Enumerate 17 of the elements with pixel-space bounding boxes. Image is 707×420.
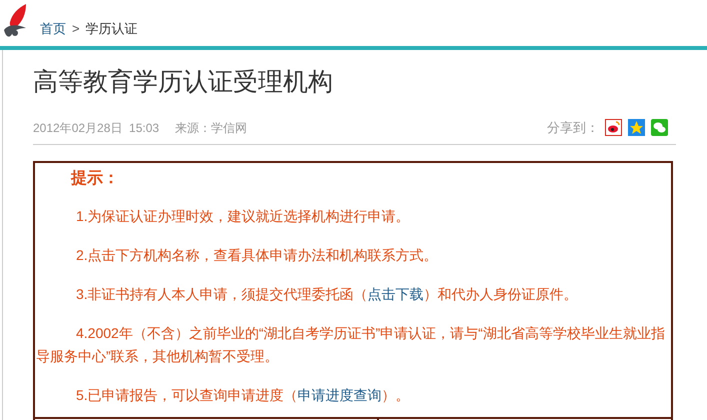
source-label: 来源：学信网: [175, 120, 248, 137]
breadcrumb-current: 学历认证: [86, 20, 138, 38]
share-label: 分享到：: [547, 119, 599, 137]
article-title: 高等教育学历认证受理机构: [33, 67, 334, 98]
notice-paragraph: 1.为保证认证办理时效，建议就近选择机构进行申请。: [75, 206, 411, 226]
notice-paragraph: 2.点击下方机构名称，查看具体申请办法和机构联系方式。: [75, 246, 439, 264]
breadcrumb-link[interactable]: 首页: [40, 18, 66, 38]
inline-link[interactable]: 申请进度查询: [298, 386, 382, 402]
chat-icon[interactable]: [651, 119, 668, 136]
star-icon[interactable]: [628, 119, 645, 136]
publish-date: 2012年02月28日 15:03: [33, 120, 160, 137]
breadcrumb-separator: >: [72, 20, 80, 38]
notice-paragraph: 3.非证书持有人本人申请，须提交代理委托函（点击下载）和代办人身份证原件。: [75, 284, 579, 304]
notice-paragraph: 4.2002年（不含）之前毕业的“湖北自考学历证书”申请认证，请与“湖北省高等学校毕业生就业指导服务中心”联系，其他机构暂不受理。: [36, 324, 666, 366]
inline-link[interactable]: 点击下载: [368, 286, 424, 302]
notice-paragraph: 5.已申请报告，可以查询申请进度（申请进度查询）。: [75, 386, 411, 404]
notice-heading: 提示：: [70, 168, 120, 188]
